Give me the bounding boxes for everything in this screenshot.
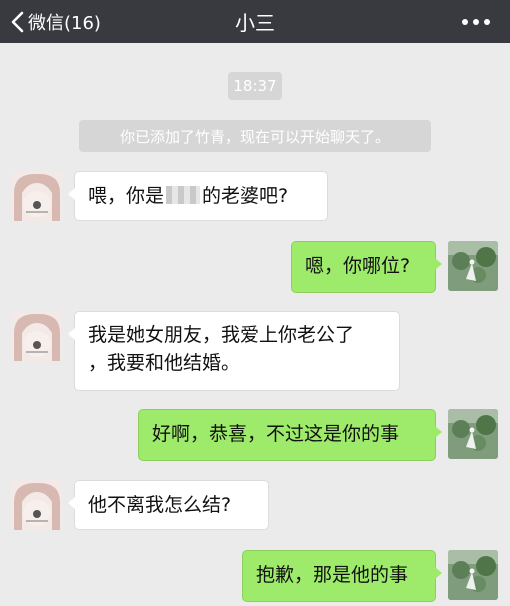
my-avatar[interactable] bbox=[448, 409, 498, 459]
redacted-name bbox=[166, 186, 201, 204]
message-bubble-sent[interactable]: 抱歉，那是他的事 bbox=[242, 550, 442, 602]
system-message: 你已添加了竹青，现在可以开始聊天了。 bbox=[79, 120, 431, 152]
my-avatar[interactable] bbox=[448, 550, 498, 600]
message-bubble-sent[interactable]: 好啊，恭喜，不过这是你的事 bbox=[138, 409, 442, 461]
message-text: 的老婆吧? bbox=[202, 185, 289, 207]
my-avatar[interactable] bbox=[448, 241, 498, 291]
message-bubble-received[interactable]: 他不离我怎么结? bbox=[68, 480, 269, 530]
back-button[interactable]: 微信(16) bbox=[10, 0, 101, 43]
more-icon[interactable] bbox=[462, 0, 490, 43]
contact-avatar[interactable] bbox=[12, 171, 62, 221]
message-bubble-sent[interactable]: 嗯，你哪位? bbox=[291, 241, 442, 293]
message-text-line: 我是她女朋友，我爱上你老公了 bbox=[88, 324, 355, 346]
message-bubble-received[interactable]: 喂，你是 的老婆吧? bbox=[68, 171, 328, 221]
message-text: 抱歉，那是他的事 bbox=[256, 564, 409, 586]
message-text-line: ，我要和他结婚。 bbox=[88, 352, 241, 374]
timestamp: 18:37 bbox=[228, 72, 282, 100]
contact-avatar[interactable] bbox=[12, 480, 62, 530]
message-text: 喂，你是 bbox=[88, 185, 165, 207]
contact-avatar[interactable] bbox=[12, 311, 62, 361]
back-label: 微信(16) bbox=[28, 12, 101, 34]
message-text: 嗯，你哪位? bbox=[305, 255, 411, 277]
top-navigation-bar: 微信(16) 小三 bbox=[0, 0, 510, 43]
chevron-left-icon bbox=[11, 11, 24, 32]
message-bubble-received[interactable]: 我是她女朋友，我爱上你老公了 ，我要和他结婚。 bbox=[68, 311, 400, 391]
message-text: 他不离我怎么结? bbox=[88, 494, 232, 516]
message-text: 好啊，恭喜，不过这是你的事 bbox=[152, 423, 400, 445]
